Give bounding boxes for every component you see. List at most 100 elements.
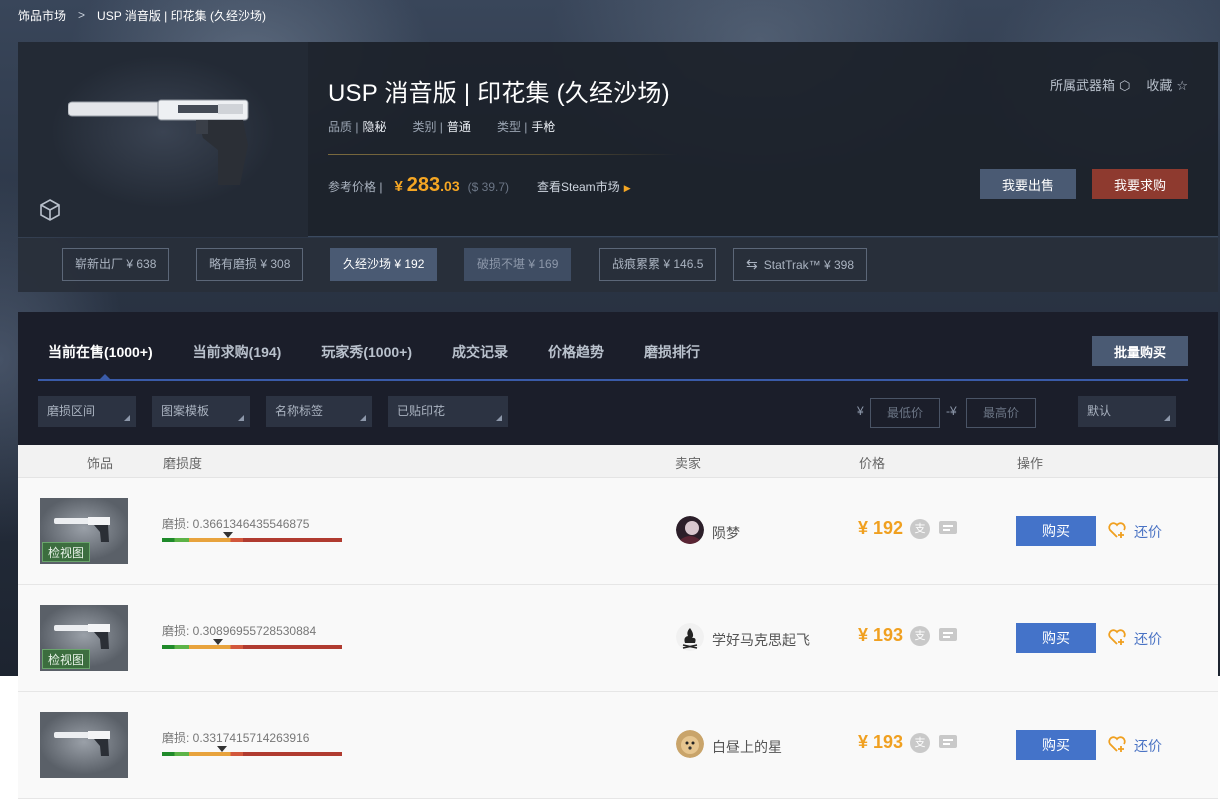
table-row: 磨损: 0.3317415714263916 白昼上的星 ¥ 193 支 购买 … (18, 692, 1218, 799)
wear-factory-new[interactable]: 崭新出厂 ¥ 638 (62, 248, 170, 281)
attr-type: 类型 | 手枪 (496, 120, 556, 134)
bargain-link[interactable]: 还价 (1134, 629, 1162, 649)
wear-field-tested[interactable]: 久经沙场 ¥ 192 (330, 248, 438, 281)
reference-price: 参考价格 | ¥ 283 .03 ($ 39.7) 查看Steam市场 ▶ (328, 174, 631, 197)
wear-marker (222, 532, 233, 538)
seller-name[interactable]: 学好马克思起飞 (712, 630, 810, 650)
table-header: 饰品 磨损度 卖家 价格 操作 (18, 445, 1218, 478)
item-thumbnail[interactable]: 检视图 (40, 498, 128, 564)
wear-battle-scarred[interactable]: 战痕累累 ¥ 146.5 (599, 248, 717, 281)
dropdown-corner-icon (124, 415, 130, 421)
seller-name[interactable]: 陨梦 (712, 523, 740, 543)
table-row: 检视图 磨损: 0.30896955728530884 学好马克思起飞 ¥ 19… (18, 585, 1218, 692)
buy-request-button[interactable]: 我要求购 (1092, 169, 1188, 199)
sell-button[interactable]: 我要出售 (980, 169, 1076, 199)
max-price-input[interactable] (966, 398, 1036, 428)
heart-plus-icon[interactable] (1108, 735, 1126, 753)
breadcrumb-market[interactable]: 饰品市场 (18, 7, 66, 24)
triangle-right-icon: ▶ (623, 183, 631, 193)
tab-bar: 当前在售(1000+) 当前求购(194) 玩家秀(1000+) 成交记录 价格… (48, 342, 740, 362)
price-decimal: .03 (440, 178, 460, 194)
wear-minimal-wear[interactable]: 略有磨损 ¥ 308 (196, 248, 304, 281)
chevron-right-icon: > (78, 8, 86, 22)
price-usd: ($ 39.7) (467, 180, 509, 194)
buy-button[interactable]: 购买 (1016, 516, 1096, 546)
wear-well-worn[interactable]: 破损不堪 ¥ 169 (464, 248, 572, 281)
3d-cube-icon[interactable] (38, 198, 62, 222)
tab-price-trend[interactable]: 价格趋势 (548, 342, 604, 362)
message-icon[interactable] (938, 627, 958, 643)
product-title: USP 消音版 | 印花集 (久经沙场) (328, 80, 670, 107)
table-row: 检视图 磨损: 0.3661346435546875 陨梦 ¥ 192 支 购买… (18, 478, 1218, 585)
col-seller: 卖家 (675, 456, 702, 471)
col-price: 价格 (859, 456, 886, 471)
ref-price-label: 参考价格 | (328, 180, 383, 194)
tab-underline (38, 379, 1188, 381)
favorite-button[interactable]: 收藏 ☆ (1146, 75, 1188, 94)
filter-wear-range[interactable]: 磨损区间 (38, 396, 136, 427)
min-price-input[interactable] (870, 398, 940, 428)
listing-panel: 当前在售(1000+) 当前求购(194) 玩家秀(1000+) 成交记录 价格… (18, 312, 1218, 445)
avatar[interactable] (676, 730, 704, 758)
top-actions: 所属武器箱 ⬡ 收藏 ☆ (1050, 75, 1188, 94)
filter-pattern[interactable]: 图案模板 (152, 396, 250, 427)
inspect-button[interactable]: 检视图 (42, 542, 91, 562)
attr-quality: 品质 | 隐秘 (328, 120, 387, 134)
breadcrumb: 饰品市场 > USP 消音版 | 印花集 (久经沙场) (18, 7, 266, 23)
tab-wear-ranking[interactable]: 磨损排行 (644, 342, 700, 362)
tab-trade-history[interactable]: 成交记录 (452, 342, 508, 362)
seller-name[interactable]: 白昼上的星 (712, 737, 782, 757)
yen-sep-label: -¥ (946, 404, 957, 418)
col-wear: 磨损度 (163, 456, 203, 471)
payment-icon: 支 (910, 733, 930, 753)
heart-plus-icon[interactable] (1108, 628, 1126, 646)
buy-button[interactable]: 购买 (1016, 730, 1096, 760)
sort-select[interactable]: 默认 (1078, 396, 1176, 427)
buy-button[interactable]: 购买 (1016, 623, 1096, 653)
bargain-link[interactable]: 还价 (1134, 522, 1162, 542)
dropdown-corner-icon (238, 415, 244, 421)
listing-price: ¥ 192 (858, 518, 904, 538)
steam-market-link[interactable]: 查看Steam市场 (537, 178, 620, 195)
col-action: 操作 (1017, 456, 1044, 471)
wear-stattrak[interactable]: ⇆ StatTrak™ ¥ 398 (733, 248, 867, 281)
heart-plus-icon[interactable] (1108, 521, 1126, 539)
payment-icon: 支 (910, 519, 930, 539)
avatar[interactable] (676, 516, 704, 544)
pistol-image (68, 99, 249, 185)
product-image (18, 42, 308, 237)
bargain-link[interactable]: 还价 (1134, 736, 1162, 756)
dropdown-corner-icon (360, 415, 366, 421)
message-icon[interactable] (938, 520, 958, 536)
price-symbol: ¥ (394, 178, 403, 195)
wear-bar (162, 752, 342, 756)
star-icon: ☆ (1176, 78, 1188, 93)
avatar[interactable] (676, 623, 704, 651)
wear-value: 磨损: 0.30896955728530884 (162, 624, 317, 638)
item-thumbnail[interactable] (40, 712, 128, 778)
wear-value: 磨损: 0.3317415714263916 (162, 731, 310, 745)
bulk-buy-button[interactable]: 批量购买 (1092, 336, 1188, 366)
box-icon: ⬡ (1118, 78, 1131, 93)
attr-category: 类别 | 普通 (412, 120, 471, 134)
tab-player-showcase[interactable]: 玩家秀(1000+) (321, 342, 412, 362)
wear-marker (216, 746, 227, 752)
swap-icon: ⇆ (746, 256, 758, 272)
wear-value: 磨损: 0.3661346435546875 (162, 517, 310, 531)
pistol-image (54, 731, 110, 756)
price-integer: 283 (406, 174, 441, 196)
inspect-button[interactable]: 检视图 (42, 649, 91, 669)
weapon-case-link[interactable]: 所属武器箱 ⬡ (1050, 75, 1130, 94)
product-panel: USP 消音版 | 印花集 (久经沙场) 品质 | 隐秘 类别 | 普通 类型 | 手… (18, 42, 1218, 237)
breadcrumb-current: USP 消音版 | 印花集 (久经沙场) (97, 8, 266, 23)
tab-on-sale[interactable]: 当前在售(1000+) (48, 342, 153, 362)
message-icon[interactable] (938, 734, 958, 750)
listing-price: ¥ 193 (858, 625, 904, 645)
filter-stickers[interactable]: 已贴印花 (388, 396, 508, 427)
filter-name-tag[interactable]: 名称标签 (266, 396, 372, 427)
wear-bar (162, 538, 342, 542)
wear-options: 崭新出厂 ¥ 638 略有磨损 ¥ 308 久经沙场 ¥ 192 破损不堪 ¥ … (18, 238, 1218, 292)
item-thumbnail[interactable]: 检视图 (40, 605, 128, 671)
tab-buy-orders[interactable]: 当前求购(194) (193, 342, 282, 362)
wear-bar (162, 645, 342, 649)
